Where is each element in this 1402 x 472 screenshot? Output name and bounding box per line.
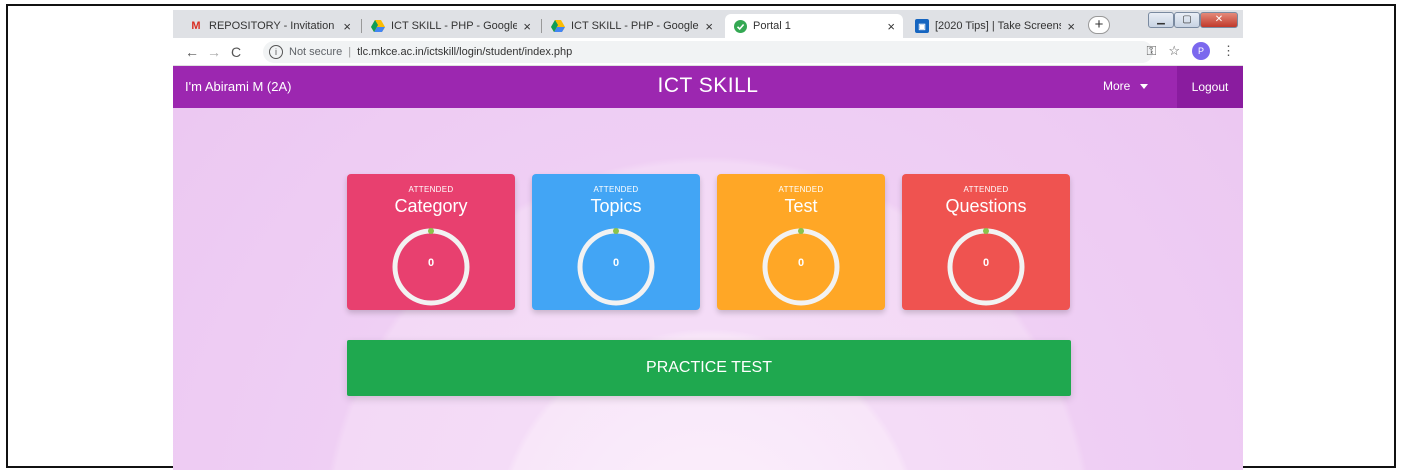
screenshot-frame: M REPOSITORY - Invitation to collab × IC…	[6, 4, 1396, 470]
stat-title: Topics	[590, 196, 642, 216]
forward-arrow-icon[interactable]: →	[203, 44, 225, 60]
security-label: Not secure	[289, 46, 343, 58]
minimize-icon[interactable]: ▁	[1148, 12, 1174, 28]
logout-button[interactable]: Logout	[1177, 66, 1243, 108]
more-menu[interactable]: More	[1103, 79, 1149, 93]
menu-dots-icon[interactable]: ⋮	[1222, 43, 1235, 59]
tab-close-icon[interactable]: ×	[1067, 19, 1075, 34]
app-title[interactable]: ICT SKILL	[173, 74, 1243, 98]
tab-close-icon[interactable]: ×	[343, 19, 351, 34]
tab-strip: M REPOSITORY - Invitation to collab × IC…	[173, 10, 1243, 38]
tab-portal-1[interactable]: Portal 1 ×	[725, 14, 903, 38]
stat-value: 0	[427, 257, 435, 269]
browser-window: M REPOSITORY - Invitation to collab × IC…	[173, 10, 1243, 470]
stat-caption: ATTENDED	[593, 185, 639, 194]
tab-repository[interactable]: M REPOSITORY - Invitation to collab ×	[181, 14, 359, 38]
stat-title: Category	[394, 196, 468, 216]
url-divider: |	[348, 46, 352, 58]
profile-avatar[interactable]: P	[1192, 42, 1210, 60]
reload-icon[interactable]: C	[225, 44, 247, 60]
site-icon: ▣	[915, 19, 929, 33]
stat-value: 0	[982, 257, 990, 269]
stat-card-questions: ATTENDED Questions 0	[902, 174, 1070, 310]
tab-close-icon[interactable]: ×	[705, 19, 713, 34]
address-bar: ← → C i Not secure | tlc.mkce.ac.in/icts…	[173, 38, 1243, 66]
stat-caption: ATTENDED	[408, 185, 454, 194]
google-drive-icon	[551, 19, 565, 33]
tab-separator	[361, 19, 362, 33]
tab-google-drive-2[interactable]: ICT SKILL - PHP - Google Drive ×	[543, 14, 721, 38]
stat-card-category: ATTENDED Category 0	[347, 174, 515, 310]
star-icon[interactable]: ☆	[1168, 43, 1180, 59]
dashboard: ATTENDED Category 0 ATTENDED Topics 0 AT…	[173, 108, 1243, 470]
new-tab-button[interactable]: +	[1088, 16, 1110, 34]
window-controls: ▁ ▢ ✕	[1148, 12, 1238, 30]
key-icon[interactable]: ⚿	[1146, 43, 1156, 59]
url-field[interactable]: i Not secure | tlc.mkce.ac.in/ictskill/l…	[263, 41, 1153, 63]
app-header: I'm Abirami M (2A) ICT SKILL More Logout	[173, 66, 1243, 108]
tab-screenshots-tips[interactable]: ▣ [2020 Tips] | Take Screenshots of ×	[907, 14, 1083, 38]
more-label: More	[1103, 79, 1131, 93]
address-actions: ⚿ ☆ P ⋮	[1146, 42, 1235, 60]
info-icon[interactable]: i	[269, 45, 283, 59]
stat-value: 0	[797, 257, 805, 269]
check-circle-icon	[733, 19, 747, 33]
caret-down-icon	[1140, 84, 1149, 90]
stat-value: 0	[612, 257, 620, 269]
stat-title: Questions	[945, 196, 1027, 216]
gmail-icon: M	[191, 20, 201, 32]
maximize-icon[interactable]: ▢	[1174, 12, 1200, 28]
stat-caption: ATTENDED	[963, 185, 1009, 194]
google-drive-icon	[371, 19, 385, 33]
url-text: tlc.mkce.ac.in/ictskill/login/student/in…	[357, 46, 573, 58]
tab-close-icon[interactable]: ×	[523, 19, 531, 34]
back-arrow-icon[interactable]: ←	[181, 44, 203, 60]
stat-title: Test	[784, 196, 818, 216]
close-window-icon[interactable]: ✕	[1200, 12, 1238, 28]
practice-test-button[interactable]: PRACTICE TEST	[347, 340, 1071, 396]
stat-card-topics: ATTENDED Topics 0	[532, 174, 700, 310]
tab-close-icon[interactable]: ×	[887, 19, 895, 34]
tab-separator	[541, 19, 542, 33]
stat-caption: ATTENDED	[778, 185, 824, 194]
tab-google-drive-1[interactable]: ICT SKILL - PHP - Google Drive ×	[363, 14, 539, 38]
stat-card-test: ATTENDED Test 0	[717, 174, 885, 310]
